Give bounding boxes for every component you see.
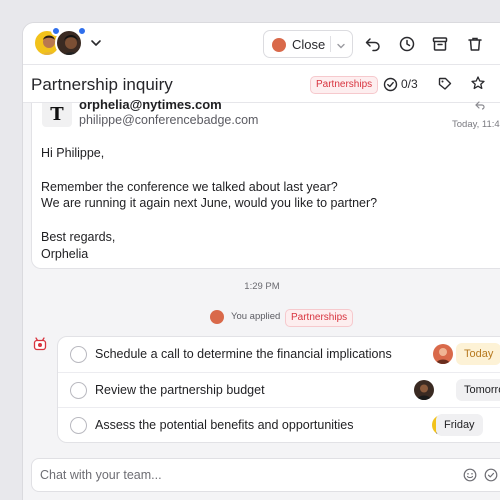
task-checkbox[interactable] — [70, 382, 87, 399]
divider — [330, 36, 331, 52]
chat-input[interactable] — [32, 459, 452, 491]
tag-badge[interactable]: Partnerships — [285, 309, 354, 327]
email-body: Hi Philippe, Remember the conference we … — [41, 145, 481, 263]
task-text: Assess the potential benefits and opport… — [95, 418, 354, 432]
close-button[interactable]: Close — [263, 30, 353, 58]
avatar — [414, 380, 434, 400]
conversation-panel: Close Partnership inquiry Partnerships 0… — [22, 22, 500, 500]
task-text: Review the partnership budget — [95, 383, 265, 397]
tasks-progress-count: 0/3 — [401, 77, 418, 91]
email-message: T orphelia@nytimes.com philippe@conferen… — [31, 97, 500, 269]
email-body-line: We are running it again next June, would… — [41, 196, 378, 211]
trash-icon[interactable] — [465, 34, 485, 54]
email-sender: orphelia@nytimes.com — [79, 97, 222, 112]
bot-icon — [32, 336, 48, 357]
participants[interactable] — [33, 26, 87, 59]
online-indicator — [77, 26, 87, 36]
close-button-label: Close — [292, 37, 326, 52]
avatar — [433, 344, 453, 364]
avatar — [272, 38, 286, 52]
due-date-badge[interactable]: Friday — [436, 414, 483, 436]
email-body-line: Orphelia — [41, 246, 89, 261]
task-item[interactable]: Review the partnership budget Tomorrow — [58, 372, 500, 407]
archive-icon[interactable] — [430, 34, 450, 54]
tag-icon[interactable] — [437, 76, 453, 97]
task-checkbox[interactable] — [70, 346, 87, 363]
activity-text: You applied — [231, 311, 281, 322]
due-date-badge[interactable]: Tomorrow — [456, 379, 500, 401]
online-indicator — [51, 26, 61, 36]
clock-icon[interactable] — [397, 34, 417, 54]
emoji-icon[interactable] — [463, 468, 477, 487]
toolbar: Close — [23, 23, 500, 65]
email-body-line: Hi Philippe, — [41, 146, 105, 160]
timeline-time: 1:29 PM — [244, 281, 280, 292]
chat-composer — [31, 458, 500, 492]
task-text: Schedule a call to determine the financi… — [95, 347, 392, 361]
due-date-badge[interactable]: Today — [456, 343, 500, 365]
check-circle-icon[interactable] — [484, 468, 498, 487]
undo-icon[interactable] — [363, 34, 383, 54]
email-timestamp: Today, 11:43 — [452, 119, 500, 130]
email-body-line — [41, 162, 481, 179]
avatar — [210, 310, 224, 324]
email-body-line — [41, 212, 481, 229]
reply-icon[interactable] — [474, 99, 486, 117]
check-circle-icon — [383, 77, 398, 97]
task-item[interactable]: Assess the potential benefits and opport… — [58, 407, 500, 442]
star-icon[interactable] — [470, 75, 486, 96]
email-body-line: Remember the conference we talked about … — [41, 179, 338, 194]
page-title: Partnership inquiry — [31, 75, 173, 94]
email-recipient: philippe@conferencebadge.com — [79, 113, 259, 127]
nytimes-logo: T — [42, 103, 72, 127]
task-list: Schedule a call to determine the financi… — [57, 336, 500, 443]
chevron-down-icon[interactable] — [335, 39, 347, 57]
task-checkbox[interactable] — [70, 417, 87, 434]
task-item[interactable]: Schedule a call to determine the financi… — [58, 337, 500, 372]
chevron-down-icon[interactable] — [89, 36, 103, 55]
tag-badge[interactable]: Partnerships — [310, 76, 379, 94]
email-body-line: Best regards, — [41, 229, 116, 244]
